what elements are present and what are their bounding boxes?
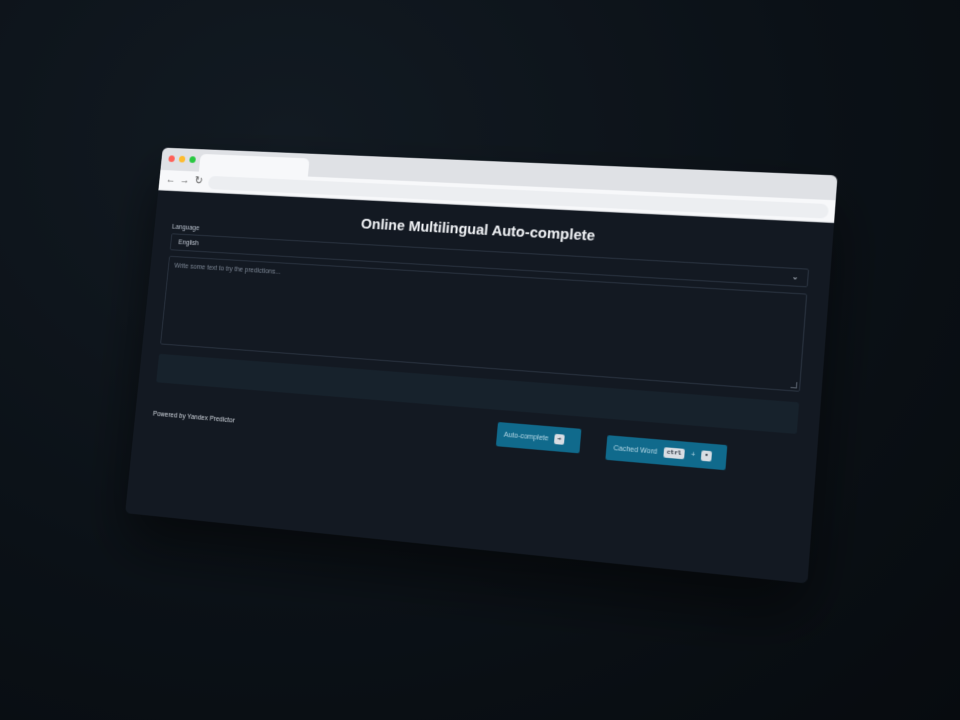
- cached-word-button-label: Cached Word: [613, 444, 658, 456]
- scene-background: ← → ↻ Online Multilingual Auto-complete …: [0, 0, 960, 720]
- text-input-placeholder: Write some text to try the predictions..…: [173, 262, 281, 276]
- chevron-down-icon: ⌄: [791, 271, 800, 282]
- page-content: Online Multilingual Auto-complete Langua…: [125, 190, 835, 584]
- language-select-value: English: [178, 238, 199, 247]
- key-combo-plus: +: [690, 451, 696, 459]
- browser-window: ← → ↻ Online Multilingual Auto-complete …: [125, 147, 838, 584]
- minimize-window-icon[interactable]: [178, 155, 186, 163]
- dot-key-badge: •: [700, 450, 712, 462]
- right-arrow-key-icon: →: [554, 433, 565, 445]
- autocomplete-button-label: Auto-complete: [503, 431, 549, 442]
- autocomplete-button[interactable]: Auto-complete →: [495, 421, 582, 454]
- close-window-icon[interactable]: [168, 155, 176, 163]
- powered-by-text: Powered by Yandex Predictor: [152, 410, 236, 425]
- cached-word-button[interactable]: Cached Word ctrl + •: [605, 435, 728, 471]
- forward-arrow-icon[interactable]: →: [178, 174, 192, 188]
- ctrl-key-badge: ctrl: [662, 447, 686, 460]
- back-arrow-icon[interactable]: ←: [164, 173, 178, 187]
- resize-handle-icon[interactable]: [790, 381, 798, 389]
- reload-icon[interactable]: ↻: [192, 175, 206, 189]
- maximize-window-icon[interactable]: [189, 156, 196, 164]
- window-controls: [168, 155, 196, 164]
